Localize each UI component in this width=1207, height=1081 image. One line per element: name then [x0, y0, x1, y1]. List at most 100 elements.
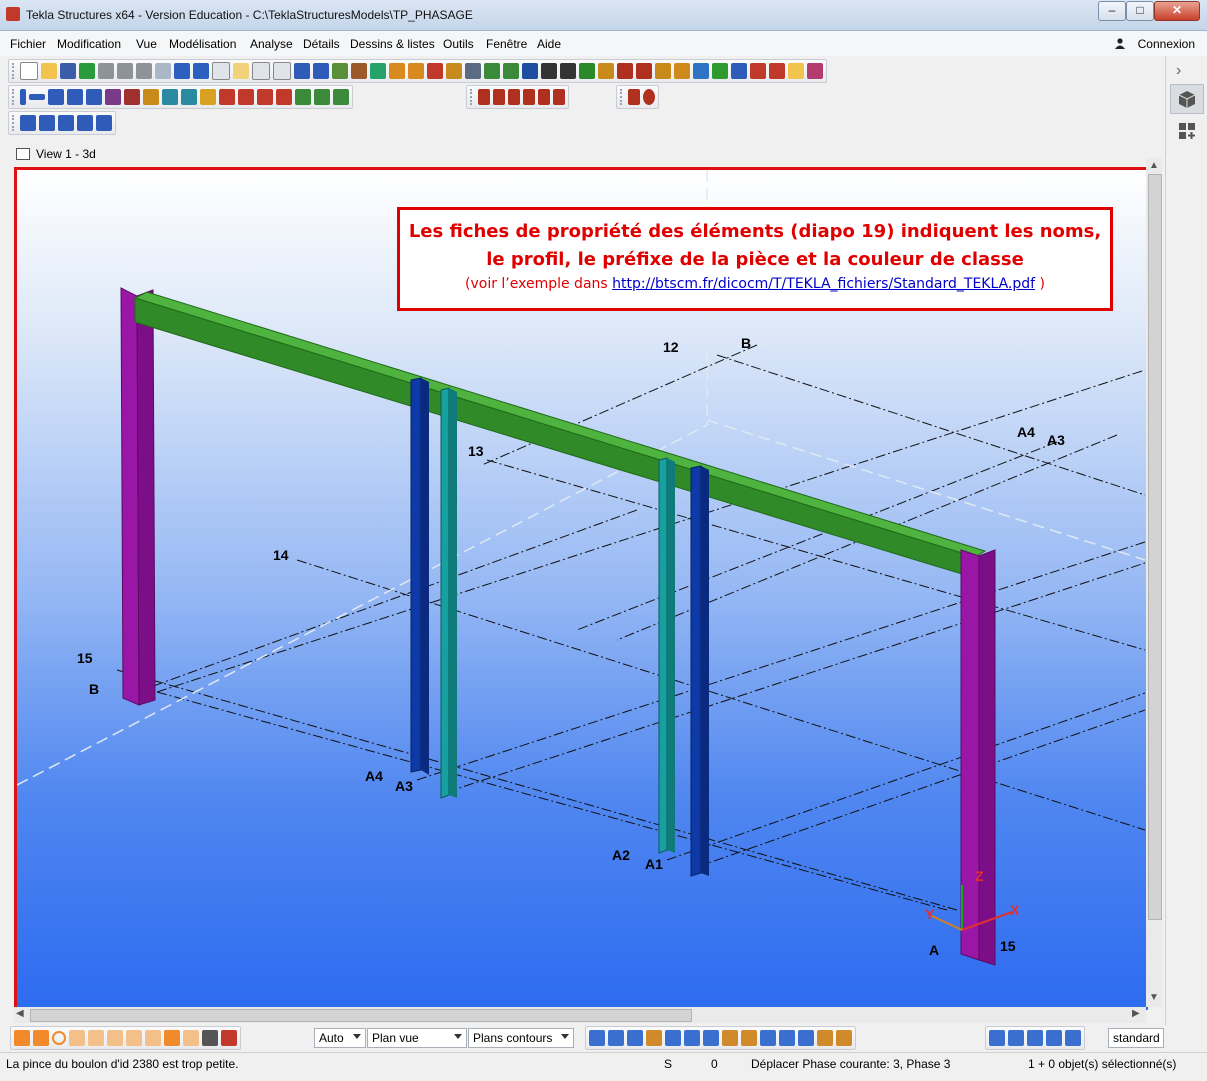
menu-vue[interactable]: Vue [136, 37, 157, 51]
select-parts-icon[interactable] [20, 115, 36, 131]
snap-switch-14-icon[interactable] [836, 1030, 852, 1046]
snap-switch-4-icon[interactable] [646, 1030, 662, 1046]
menu-analyse[interactable]: Analyse [250, 37, 293, 51]
snap-center-icon[interactable] [643, 89, 655, 105]
snap-switch-3-icon[interactable] [627, 1030, 643, 1046]
beam-icon[interactable] [29, 94, 45, 100]
depth-switch-2-icon[interactable] [1008, 1030, 1024, 1046]
save-icon[interactable] [60, 63, 76, 79]
weld-icon[interactable] [143, 89, 159, 105]
layers-icon[interactable] [370, 63, 386, 79]
snap-switch-10-icon[interactable] [760, 1030, 776, 1046]
view-grid-icon[interactable] [332, 63, 348, 79]
select-switch-plane-icon[interactable] [202, 1030, 218, 1046]
print-icon[interactable] [252, 62, 270, 80]
snap-switch-6-icon[interactable] [684, 1030, 700, 1046]
scroll-right-icon[interactable]: ▶ [1132, 1008, 1140, 1019]
trimble-connect-icon[interactable] [769, 63, 785, 79]
depth-switch-4-icon[interactable] [1046, 1030, 1062, 1046]
snap-switch-11-icon[interactable] [779, 1030, 795, 1046]
redo-icon[interactable] [193, 63, 209, 79]
shield-icon[interactable] [98, 63, 114, 79]
snap-extension-icon[interactable] [628, 89, 640, 105]
snap-intersection-icon[interactable] [508, 89, 520, 105]
snap-switch-13-icon[interactable] [817, 1030, 833, 1046]
catalog-icon[interactable] [807, 63, 823, 79]
sub-assembly-icon[interactable] [333, 89, 349, 105]
select-objects-icon[interactable] [77, 115, 93, 131]
compare-icon[interactable] [674, 63, 690, 79]
numbering-icon[interactable] [465, 63, 481, 79]
depth-switch-3-icon[interactable] [1027, 1030, 1043, 1046]
assembly-remove-icon[interactable] [314, 89, 330, 105]
part-icon[interactable] [389, 63, 405, 79]
share-icon[interactable] [79, 63, 95, 79]
menu-fichier[interactable]: Fichier [10, 37, 46, 51]
snap-nearest-icon[interactable] [538, 89, 550, 105]
view-list-icon[interactable] [313, 63, 329, 79]
column-icon[interactable] [20, 89, 26, 105]
menu-fenetre[interactable]: Fenêtre [486, 37, 527, 51]
scroll-up-icon[interactable]: ▲ [1149, 160, 1159, 171]
select-assembly-icon[interactable] [39, 115, 55, 131]
snap-switch-1-icon[interactable] [589, 1030, 605, 1046]
brace-icon[interactable] [86, 89, 102, 105]
cut-part-icon[interactable] [238, 89, 254, 105]
select-all-icon[interactable] [96, 115, 112, 131]
menu-outils[interactable]: Outils [443, 37, 474, 51]
curved-beam-icon[interactable] [67, 89, 83, 105]
snap-midpoint-icon[interactable] [493, 89, 505, 105]
snap-switch-7-icon[interactable] [703, 1030, 719, 1046]
fitting-icon[interactable] [257, 89, 273, 105]
horizontal-scroll-thumb[interactable] [30, 1009, 692, 1022]
slab-icon[interactable] [200, 89, 216, 105]
strip-footing-icon[interactable] [181, 89, 197, 105]
report-icon[interactable] [446, 63, 462, 79]
help-icon[interactable] [522, 63, 538, 79]
properties-icon[interactable] [273, 62, 291, 80]
truss-icon[interactable] [105, 89, 121, 105]
chevron-right-icon[interactable]: › [1176, 62, 1181, 80]
menu-details[interactable]: Détails [303, 37, 340, 51]
lock-icon[interactable] [136, 63, 152, 79]
drawing-icon[interactable] [427, 63, 443, 79]
select-switch-parts-icon[interactable] [33, 1030, 49, 1046]
copy-icon[interactable] [212, 62, 230, 80]
new-model-icon[interactable] [20, 62, 38, 80]
vertical-scroll-thumb[interactable] [1148, 174, 1162, 920]
inquire-icon[interactable] [655, 63, 671, 79]
pad-footing-icon[interactable] [162, 89, 178, 105]
menu-aide[interactable]: Aide [537, 37, 561, 51]
select-switch-check-icon[interactable] [145, 1030, 161, 1046]
select-switch-bolts-icon[interactable] [126, 1030, 142, 1046]
phase-manager-icon[interactable] [503, 63, 519, 79]
select-switch-points-icon[interactable] [52, 1031, 66, 1045]
horizontal-scrollbar[interactable]: ◀ ▶ [14, 1007, 1146, 1023]
applications-icon[interactable] [1170, 116, 1204, 146]
select-switch-welds-icon[interactable] [107, 1030, 123, 1046]
assembly-icon[interactable] [408, 63, 424, 79]
model-objects-icon[interactable] [1170, 84, 1204, 114]
standard-setting-field[interactable]: standard [1108, 1028, 1164, 1048]
scroll-left-icon[interactable]: ◀ [16, 1008, 24, 1019]
cube-icon[interactable] [155, 63, 171, 79]
view-icon[interactable] [294, 63, 310, 79]
menu-modelisation[interactable]: Modélisation [169, 37, 236, 51]
snap-perpendicular-icon[interactable] [523, 89, 535, 105]
snap-endpoint-icon[interactable] [478, 89, 490, 105]
vertical-scrollbar[interactable]: ▲ ▼ [1146, 158, 1162, 1007]
move-icon[interactable] [579, 63, 595, 79]
clash-check-icon[interactable] [712, 63, 728, 79]
phase-icon[interactable] [484, 63, 500, 79]
maximize-button[interactable]: □ [1126, 1, 1154, 21]
measure-icon[interactable] [598, 63, 614, 79]
select-switch-filter-icon[interactable] [164, 1030, 180, 1046]
chamfer-icon[interactable] [276, 89, 292, 105]
connexion-link[interactable]: Connexion [1138, 37, 1195, 51]
select-switch-edit-icon[interactable] [221, 1030, 237, 1046]
open-model-icon[interactable] [41, 63, 57, 79]
snap-line-icon[interactable] [560, 63, 576, 79]
tekla-warehouse-icon[interactable] [750, 63, 766, 79]
reference-icon[interactable] [731, 63, 747, 79]
tekla-app-icon[interactable] [6, 7, 20, 21]
